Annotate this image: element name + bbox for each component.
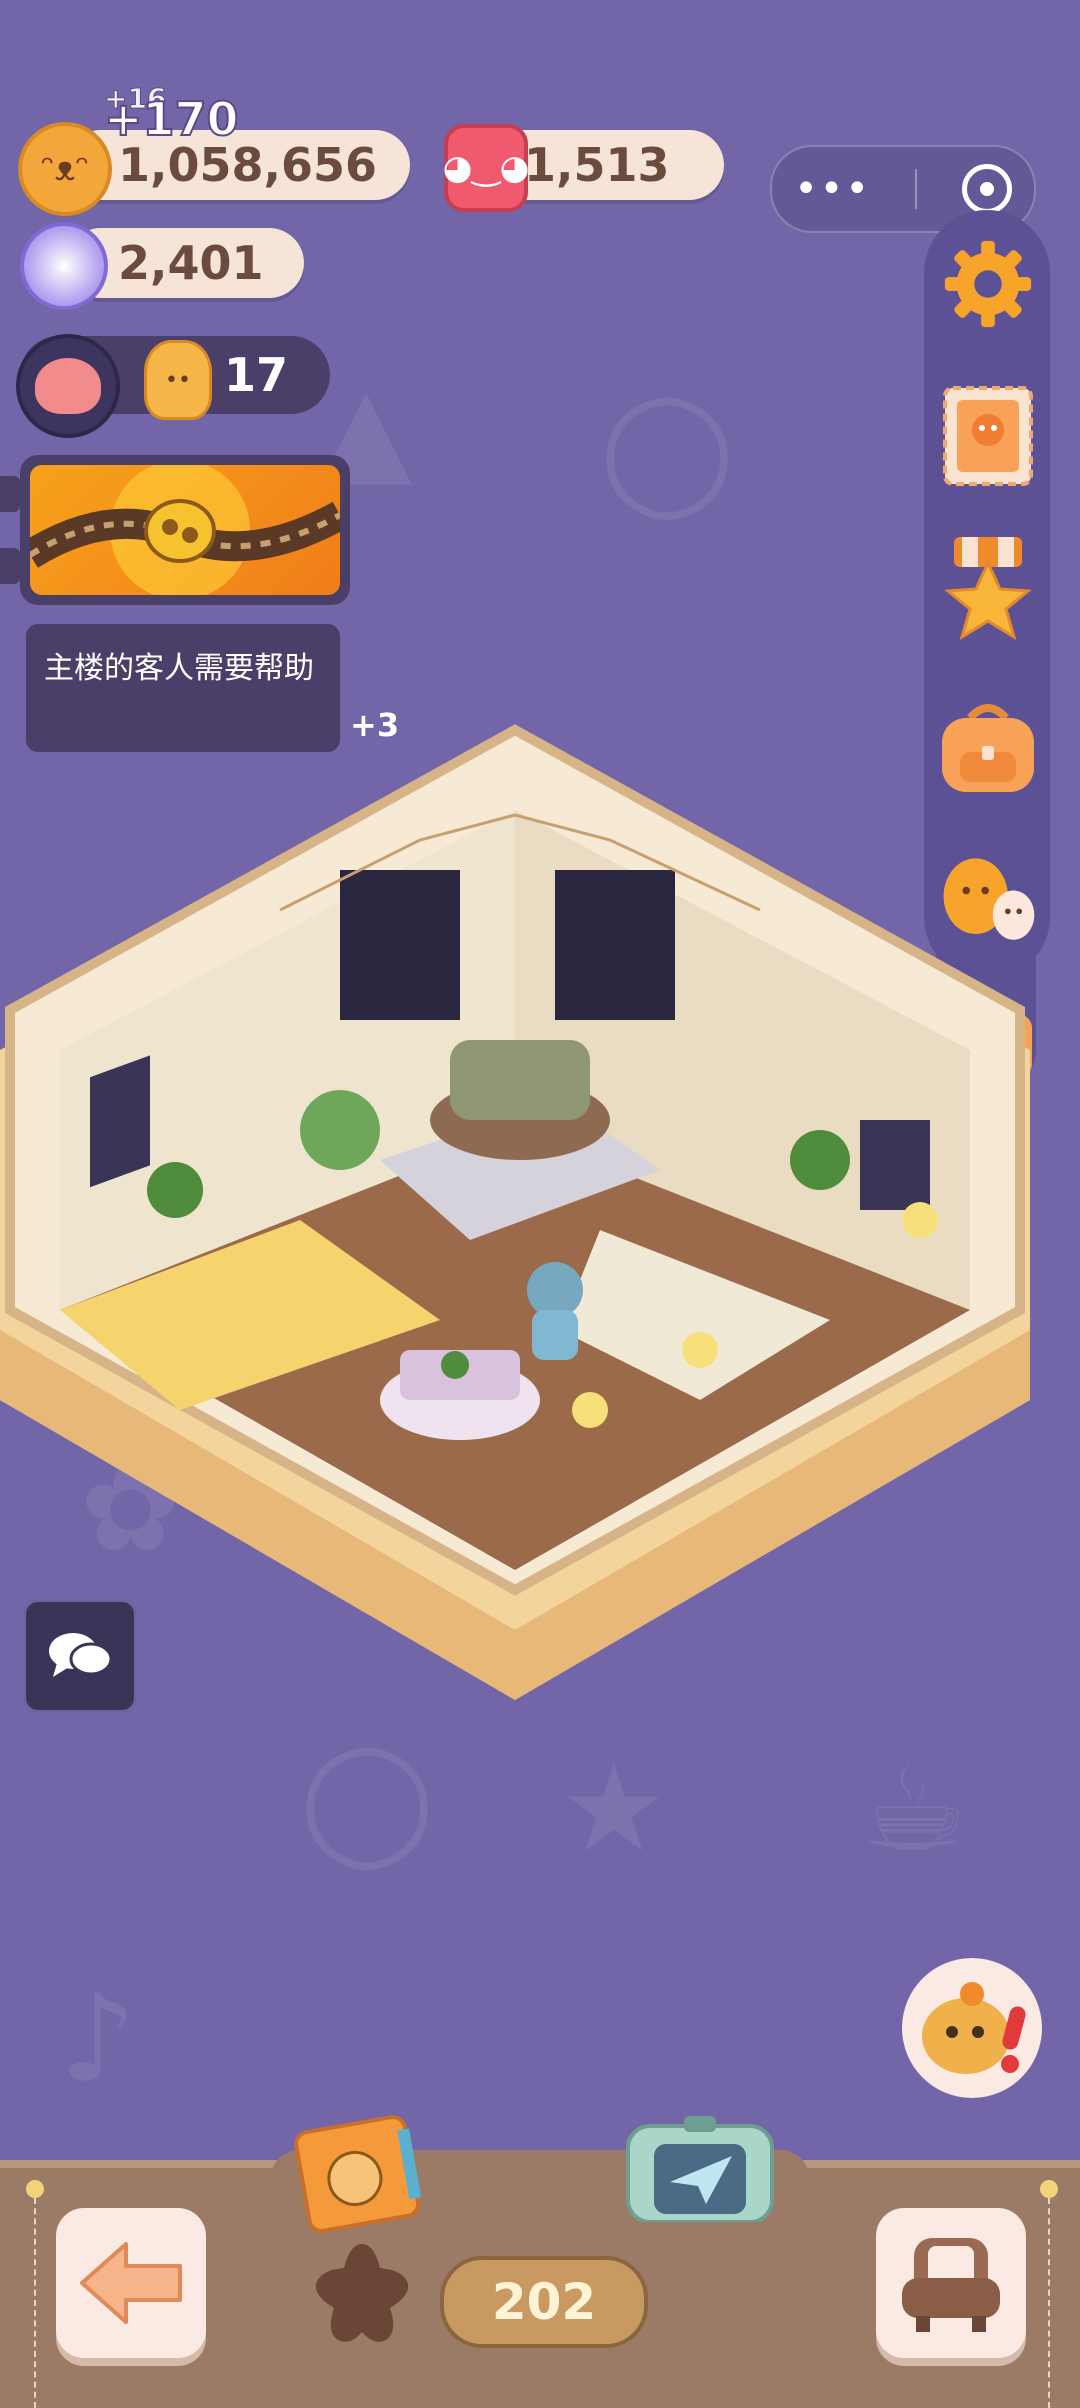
quest-banner[interactable] xyxy=(20,455,350,605)
quest-banner-tab xyxy=(0,476,20,512)
back-arrow-icon xyxy=(80,2242,182,2324)
paper-plane-icon xyxy=(626,2116,774,2224)
background-doodle: ♪ xyxy=(60,1970,137,2109)
armchair-icon xyxy=(902,2238,1000,2332)
medal-button[interactable] xyxy=(936,536,1040,641)
heart-jelly-icon: ◕‿◕ xyxy=(443,124,529,212)
gear-icon xyxy=(944,240,1032,328)
star-badge[interactable] xyxy=(304,2236,420,2352)
room-scene[interactable] xyxy=(0,710,1030,1700)
stamp-button[interactable] xyxy=(936,384,1040,488)
coin-gain: +170 xyxy=(103,92,240,146)
back-button[interactable] xyxy=(56,2208,206,2358)
coin-cookie-icon: ᵔᴥᵔ xyxy=(18,122,112,216)
quest-banner-art xyxy=(30,465,340,595)
close-target-icon[interactable] xyxy=(961,164,1012,214)
background-doodle: ☕ xyxy=(860,1740,968,1879)
hearts-value: 1,513 xyxy=(524,138,670,192)
capsule-divider xyxy=(915,169,918,209)
candy-icon xyxy=(20,222,108,310)
quest-banner-tab xyxy=(0,548,20,584)
star-icon xyxy=(315,2244,409,2342)
cookie-people-value: 17 xyxy=(224,348,289,402)
background-doodle: ◯ xyxy=(600,380,735,519)
send-device-button[interactable] xyxy=(620,2112,780,2224)
character-notification[interactable] xyxy=(902,1958,1042,2098)
album-icon xyxy=(294,2115,422,2233)
furniture-button[interactable] xyxy=(876,2208,1026,2358)
settings-button[interactable] xyxy=(936,232,1040,336)
rope-decoration xyxy=(26,2180,44,2198)
medal-icon xyxy=(944,537,1032,641)
seashell-icon[interactable] xyxy=(16,334,120,438)
level-value: 202 xyxy=(491,2273,597,2331)
film-reel-icon xyxy=(30,465,340,595)
coins-value: 1,058,656 xyxy=(118,138,377,192)
chat-button[interactable] xyxy=(24,1600,136,1712)
more-icon[interactable]: ••• xyxy=(794,166,871,212)
cookie-person-icon: •• xyxy=(144,340,212,420)
rope-line xyxy=(34,2198,36,2408)
background-doodle: ★ xyxy=(560,1740,668,1879)
background-doodle: ◯ xyxy=(300,1730,435,1869)
cat-character-icon xyxy=(922,1982,1026,2074)
stamp-icon xyxy=(943,386,1033,486)
task-text: 主楼的客人需要帮助 xyxy=(44,651,314,686)
candy-value: 2,401 xyxy=(118,236,264,290)
rope-decoration xyxy=(1040,2180,1058,2198)
chat-icon xyxy=(49,1633,113,1677)
level-badge: 202 xyxy=(440,2256,648,2348)
rope-line xyxy=(1048,2198,1050,2408)
album-button[interactable] xyxy=(283,2108,430,2239)
